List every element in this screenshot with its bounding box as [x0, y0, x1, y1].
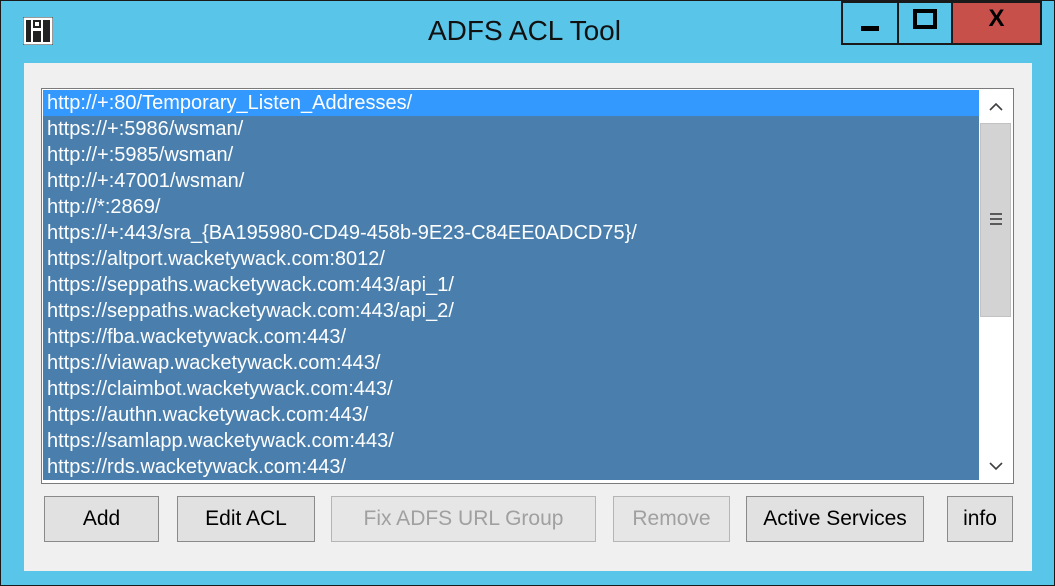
list-item[interactable]: https://authn.wacketywack.com:443/	[43, 402, 980, 428]
info-button[interactable]: info	[947, 496, 1013, 542]
edit-acl-button[interactable]: Edit ACL	[177, 496, 315, 542]
client-area: http://+:80/Temporary_Listen_Addresses/h…	[24, 63, 1032, 571]
list-item[interactable]: http://+:80/Temporary_Listen_Addresses/	[43, 90, 980, 116]
list-item[interactable]: https://seppaths.wacketywack.com:443/api…	[43, 272, 980, 298]
acl-listbox[interactable]: http://+:80/Temporary_Listen_Addresses/h…	[41, 88, 1014, 484]
maximize-button[interactable]	[897, 1, 953, 45]
active-services-button[interactable]: Active Services	[746, 496, 924, 542]
list-item[interactable]: http://*:2869/	[43, 194, 980, 220]
fix-adfs-url-group-button[interactable]: Fix ADFS URL Group	[331, 496, 596, 542]
close-button[interactable]: X	[951, 1, 1042, 45]
list-item[interactable]: https://samlapp.wacketywack.com:443/	[43, 428, 980, 454]
list-item[interactable]: https://claimbot.wacketywack.com:443/	[43, 376, 980, 402]
scroll-down-icon[interactable]	[979, 450, 1012, 482]
grip-icon	[990, 213, 1002, 228]
close-icon: X	[988, 5, 1005, 32]
list-item[interactable]: http://+:47001/wsman/	[43, 168, 980, 194]
list-item[interactable]: https://fba.wacketywack.com:443/	[43, 324, 980, 350]
app-window: ADFS ACL Tool X http://+:80/Temporary_Li…	[0, 0, 1055, 586]
acl-list[interactable]: http://+:80/Temporary_Listen_Addresses/h…	[43, 90, 980, 482]
add-button[interactable]: Add	[44, 496, 159, 542]
list-item[interactable]: http://+:5985/wsman/	[43, 142, 980, 168]
list-item[interactable]: https://+:443/sra_{BA195980-CD49-458b-9E…	[43, 220, 980, 246]
scroll-up-icon[interactable]	[979, 90, 1012, 122]
maximize-icon	[913, 9, 937, 29]
scrollbar-thumb[interactable]	[980, 123, 1011, 317]
minimize-icon	[861, 25, 879, 31]
list-item[interactable]: https://altport.wacketywack.com:8012/	[43, 246, 980, 272]
list-item[interactable]: https://seppaths.wacketywack.com:443/api…	[43, 298, 980, 324]
title-bar[interactable]: ADFS ACL Tool X	[1, 1, 1054, 61]
list-item[interactable]: https://rds.wacketywack.com:443/	[43, 454, 980, 480]
remove-button[interactable]: Remove	[613, 496, 730, 542]
minimize-button[interactable]	[841, 1, 899, 45]
vertical-scrollbar[interactable]	[979, 90, 1012, 482]
list-item[interactable]: https://+:5986/wsman/	[43, 116, 980, 142]
list-item[interactable]: https://viawap.wacketywack.com:443/	[43, 350, 980, 376]
